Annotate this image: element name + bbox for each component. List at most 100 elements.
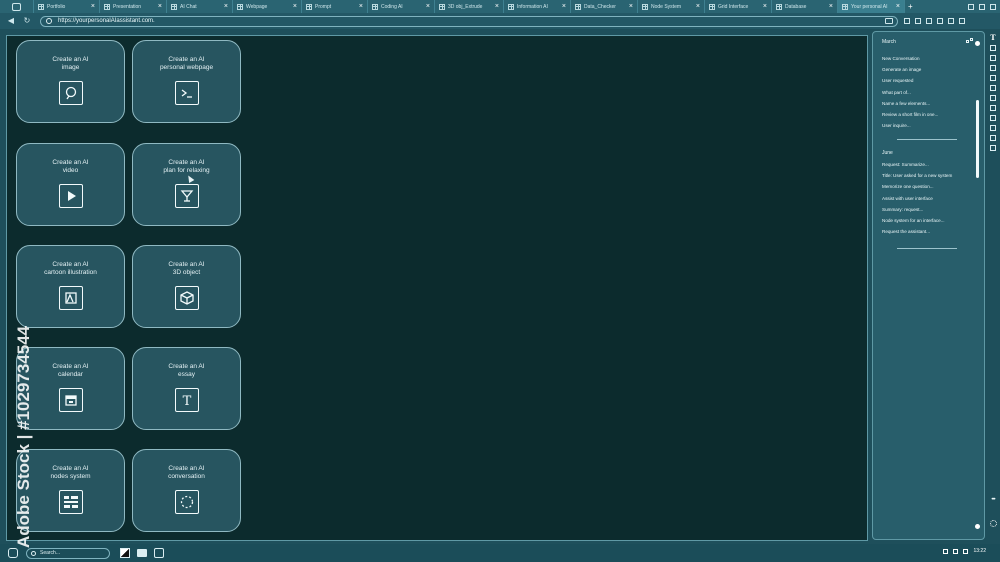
list-icon[interactable]: [990, 125, 996, 131]
clock: 13:22: [973, 548, 986, 554]
history-item[interactable]: Review a short film in one...: [882, 109, 938, 120]
contrast-app-icon[interactable]: [120, 548, 130, 558]
tab-label: Webpage: [246, 3, 268, 10]
minimize-icon[interactable]: [968, 3, 974, 10]
menu-icon[interactable]: [948, 18, 954, 24]
tab-11[interactable]: Database ×: [772, 0, 838, 13]
download-icon[interactable]: [990, 45, 996, 51]
battery-icon[interactable]: [963, 548, 969, 554]
assistant-app-icon[interactable]: [154, 548, 164, 558]
grid-icon: [306, 3, 312, 10]
create-card-cube[interactable]: Create an AI 3D object: [132, 245, 241, 328]
app-menu-button[interactable]: [0, 0, 34, 13]
copy-icon[interactable]: [990, 55, 996, 61]
folder-icon[interactable]: [137, 549, 147, 557]
history-item[interactable]: Generate an image: [882, 64, 938, 75]
card-title: Create an AI personal webpage: [159, 56, 214, 71]
watermark-text: Adobe Stock | #1029734544: [14, 325, 33, 548]
link-icon[interactable]: [990, 115, 996, 121]
extensions-icon[interactable]: [915, 18, 921, 24]
tab-7[interactable]: Information AI ×: [504, 0, 571, 13]
history-item[interactable]: Assist with user interface: [882, 193, 952, 204]
grid-icon: [508, 3, 514, 10]
start-menu-icon[interactable]: [8, 548, 18, 558]
history-item[interactable]: New Conversation: [882, 53, 938, 64]
close-tab-icon[interactable]: ×: [495, 3, 499, 10]
tab-0[interactable]: Portfolio ×: [34, 0, 100, 13]
tab-9[interactable]: Node System ×: [638, 0, 705, 13]
reload-button[interactable]: ↻: [22, 16, 32, 26]
user-icon[interactable]: [943, 548, 949, 554]
create-card-illustration[interactable]: Create an AI cartoon illustration: [16, 245, 125, 328]
more-icon[interactable]: •••: [991, 497, 995, 503]
create-card-terminal[interactable]: Create an AI personal webpage: [132, 40, 241, 123]
close-tab-icon[interactable]: ×: [696, 3, 700, 10]
history-item[interactable]: Name a few elements...: [882, 98, 938, 109]
history-item[interactable]: Request the assistant...: [882, 226, 952, 237]
grid-icon: [575, 3, 581, 10]
tab-3[interactable]: Webpage ×: [233, 0, 302, 13]
frame-icon[interactable]: [990, 135, 996, 141]
close-tab-icon[interactable]: ×: [562, 3, 566, 10]
sidebar-toggle-knob[interactable]: [975, 41, 980, 46]
create-card-image[interactable]: Create an AI image: [16, 40, 125, 123]
shapes-icon[interactable]: [990, 85, 996, 91]
new-tab-button[interactable]: +: [905, 2, 916, 11]
chart-icon[interactable]: [990, 95, 996, 101]
create-card-cocktail[interactable]: Create an AI plan for relaxing: [132, 143, 241, 226]
create-card-conversation[interactable]: Create an AI conversation: [132, 449, 241, 532]
history-item[interactable]: Request: Summarize...: [882, 159, 952, 170]
tab-5[interactable]: Coding AI ×: [368, 0, 435, 13]
downloads-icon[interactable]: [926, 18, 932, 24]
close-tab-icon[interactable]: ×: [763, 3, 767, 10]
history-item[interactable]: Summary: request...: [882, 204, 952, 215]
create-card-text[interactable]: Create an AI essay T: [132, 347, 241, 430]
close-tab-icon[interactable]: ×: [629, 3, 633, 10]
tab-8[interactable]: Data_Checker ×: [571, 0, 638, 13]
text-tool-icon[interactable]: T: [990, 34, 996, 41]
close-tab-icon[interactable]: ×: [293, 3, 297, 10]
maximize-icon[interactable]: [979, 3, 985, 10]
history-item[interactable]: What part of...: [882, 87, 938, 98]
card-title: Create an AI video: [52, 159, 89, 174]
tab-2[interactable]: AI Chat ×: [167, 0, 233, 13]
history-item[interactable]: User requested: [882, 75, 938, 86]
pen-icon[interactable]: [990, 65, 996, 71]
address-bar: ◀ ↻ https://yourpersonalAIassistant.com.: [0, 13, 1000, 29]
history-item[interactable]: User inquire...: [882, 120, 938, 131]
tab-1[interactable]: Presentation ×: [100, 0, 167, 13]
profile-icon[interactable]: [937, 18, 943, 24]
wifi-icon[interactable]: [953, 548, 959, 554]
history-item[interactable]: Memorize one question...: [882, 181, 952, 192]
url-field[interactable]: https://yourpersonalAIassistant.com.: [40, 15, 898, 27]
back-button[interactable]: ◀: [6, 16, 16, 26]
tab-10[interactable]: Grid Interface ×: [705, 0, 772, 13]
close-tab-icon[interactable]: ×: [426, 3, 430, 10]
sidebar-scrollbar[interactable]: [976, 100, 979, 178]
lock-icon[interactable]: [990, 145, 996, 151]
bookmark-icon[interactable]: [904, 18, 910, 24]
close-tab-icon[interactable]: ×: [896, 3, 900, 10]
close-tab-icon[interactable]: ×: [829, 3, 833, 10]
grid-icon[interactable]: [990, 105, 996, 111]
document-icon[interactable]: [990, 75, 996, 81]
close-tab-icon[interactable]: ×: [359, 3, 363, 10]
card-title: Create an AI plan for relaxing: [163, 159, 210, 174]
settings-icon[interactable]: [959, 18, 965, 24]
taskbar-search-input[interactable]: Search...: [26, 547, 110, 559]
tab-label: Presentation: [113, 3, 142, 10]
close-tab-icon[interactable]: ×: [158, 3, 162, 10]
close-window-icon[interactable]: [990, 3, 996, 10]
create-card-play[interactable]: Create an AI video: [16, 143, 125, 226]
grid-icon: [372, 3, 378, 10]
history-item[interactable]: Node system for an interface...: [882, 215, 952, 226]
history-item[interactable]: Title: User asked for a new system: [882, 170, 952, 181]
tab-4[interactable]: Prompt ×: [302, 0, 368, 13]
tab-12[interactable]: Your personal AI ×: [838, 0, 905, 13]
reader-mode-icon[interactable]: [885, 17, 893, 24]
close-tab-icon[interactable]: ×: [224, 3, 228, 10]
sidebar-scroll-knob[interactable]: [975, 524, 980, 529]
gear-icon[interactable]: [989, 520, 997, 527]
close-tab-icon[interactable]: ×: [91, 3, 95, 10]
tab-6[interactable]: 3D obj_Extrude ×: [435, 0, 504, 13]
